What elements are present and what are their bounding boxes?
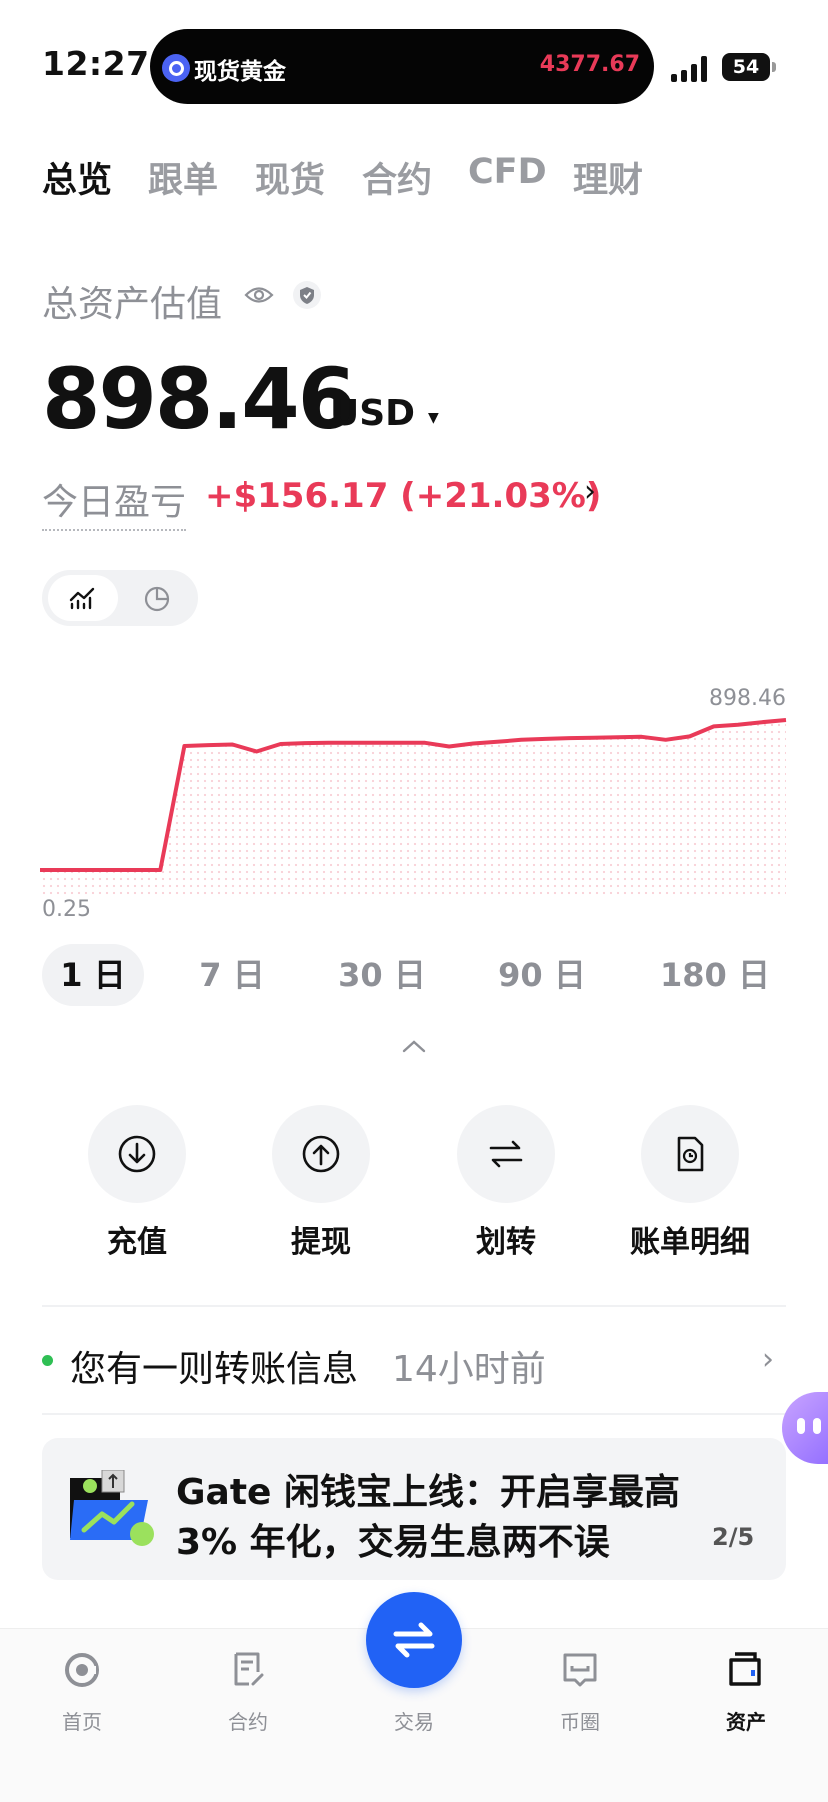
gate-logo-icon	[162, 54, 190, 82]
savings-chart-icon	[70, 1470, 154, 1546]
tab-futures[interactable]: 合约	[362, 152, 432, 203]
tab-overview[interactable]: 总览	[42, 152, 112, 203]
tab-cfd[interactable]: CFD	[468, 152, 547, 192]
period-30d[interactable]: 30 日	[332, 944, 432, 1006]
bill-icon	[677, 1136, 704, 1172]
withdraw-button[interactable]	[272, 1105, 370, 1203]
banner-title-line1: Gate 闲钱宝上线：开启享最高	[176, 1472, 681, 1513]
bill-details-button[interactable]	[641, 1105, 739, 1203]
pie-chart-icon[interactable]	[143, 584, 171, 612]
wallet-icon[interactable]	[727, 1650, 765, 1688]
bubble-eye	[813, 1418, 821, 1434]
ticker-name: 现货黄金	[194, 59, 286, 85]
home-icon[interactable]	[63, 1650, 101, 1688]
withdraw-label: 提现	[291, 1225, 351, 1260]
chevron-right-icon[interactable]: ›	[762, 1342, 774, 1377]
nav-trade-label[interactable]: 交易	[364, 1706, 464, 1735]
banner-page-indicator: 2/5	[712, 1523, 755, 1551]
tab-earn[interactable]: 理财	[573, 152, 643, 203]
notification-time: 14小时前	[392, 1349, 546, 1390]
ticker-price: 4377.67	[539, 52, 640, 77]
battery-tip	[772, 62, 776, 72]
divider	[42, 1413, 786, 1415]
tab-copy-trading[interactable]: 跟单	[148, 152, 218, 203]
tab-spot[interactable]: 现货	[255, 152, 325, 203]
total-balance: 898.46	[42, 350, 356, 448]
today-pnl-label[interactable]: 今日盈亏	[42, 473, 187, 531]
withdraw-icon	[302, 1135, 340, 1173]
deposit-label: 充值	[107, 1225, 167, 1260]
community-icon[interactable]	[561, 1650, 599, 1688]
swap-icon	[393, 1622, 435, 1658]
caret-down-icon[interactable]: ▼	[428, 410, 439, 426]
bill-details-label: 账单明细	[630, 1225, 750, 1260]
divider	[42, 1305, 786, 1307]
shield-icon[interactable]	[292, 280, 322, 310]
transfer-icon	[489, 1140, 523, 1168]
status-time: 12:27	[42, 44, 150, 83]
period-7d[interactable]: 7 日	[182, 944, 282, 1006]
chart-max-label: 898.46	[709, 686, 786, 711]
period-1d[interactable]: 1 日	[42, 944, 144, 1006]
nav-home-label[interactable]: 首页	[32, 1706, 132, 1735]
battery-icon: 54	[722, 53, 770, 81]
line-chart-icon	[69, 587, 95, 610]
trade-button[interactable]	[366, 1592, 462, 1688]
total-assets-label: 总资产估值	[42, 284, 223, 325]
chevron-up-icon[interactable]	[401, 1038, 427, 1054]
chart-min-label: 0.25	[42, 897, 91, 922]
transfer-label: 划转	[476, 1225, 536, 1260]
today-pnl-value[interactable]: +$156.17 (+21.03%)	[205, 476, 601, 516]
banner-title-line2: 3% 年化，交易生息两不误	[176, 1522, 610, 1563]
futures-icon[interactable]	[229, 1650, 267, 1688]
period-90d[interactable]: 90 日	[492, 944, 592, 1006]
bubble-eye	[797, 1418, 805, 1434]
assistant-bubble[interactable]	[782, 1392, 828, 1464]
notification-dot	[42, 1355, 53, 1366]
period-180d[interactable]: 180 日	[652, 944, 778, 1006]
nav-futures-label[interactable]: 合约	[198, 1706, 298, 1735]
chevron-right-icon[interactable]: ›	[584, 474, 596, 509]
transfer-button[interactable]	[457, 1105, 555, 1203]
deposit-icon	[118, 1135, 156, 1173]
eye-icon[interactable]	[244, 284, 274, 306]
currency-selector[interactable]: USD	[330, 393, 415, 434]
signal-icon	[671, 54, 711, 82]
nav-community-label[interactable]: 币圈	[530, 1706, 630, 1735]
notification-text[interactable]: 您有一则转账信息	[70, 1340, 358, 1392]
nav-assets-label[interactable]: 资产	[696, 1706, 796, 1735]
deposit-button[interactable]	[88, 1105, 186, 1203]
